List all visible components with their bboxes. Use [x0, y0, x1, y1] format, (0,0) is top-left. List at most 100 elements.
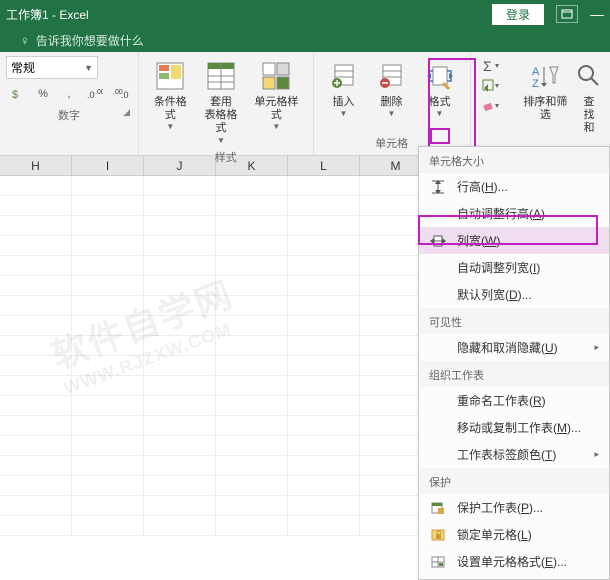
cell[interactable] — [144, 436, 216, 455]
cell[interactable] — [144, 216, 216, 235]
cell[interactable] — [216, 216, 288, 235]
cell[interactable] — [216, 336, 288, 355]
cell[interactable] — [0, 236, 72, 255]
minimize-button[interactable]: — — [590, 6, 604, 22]
cell[interactable] — [72, 236, 144, 255]
cell[interactable] — [288, 356, 360, 375]
comma-format-button[interactable]: , — [58, 83, 80, 105]
insert-button[interactable]: 插入 ▼ — [320, 56, 368, 120]
menu-row-height[interactable]: 行高(H)... — [419, 173, 609, 200]
cell[interactable] — [144, 296, 216, 315]
cell[interactable] — [72, 176, 144, 195]
cell[interactable] — [144, 396, 216, 415]
cell[interactable] — [216, 296, 288, 315]
cell[interactable] — [144, 196, 216, 215]
cell[interactable] — [0, 396, 72, 415]
cell[interactable] — [288, 236, 360, 255]
cell[interactable] — [144, 236, 216, 255]
cell[interactable] — [216, 456, 288, 475]
ribbon-display-button[interactable] — [556, 5, 578, 23]
cell[interactable] — [144, 496, 216, 515]
column-header[interactable]: I — [72, 156, 144, 175]
cell[interactable] — [0, 196, 72, 215]
delete-button[interactable]: 删除 ▼ — [368, 56, 416, 120]
cell[interactable] — [0, 456, 72, 475]
fill-button[interactable] — [481, 78, 501, 94]
cell[interactable] — [288, 476, 360, 495]
cell[interactable] — [72, 416, 144, 435]
cell[interactable] — [216, 276, 288, 295]
percent-format-button[interactable]: % — [32, 83, 54, 105]
cell[interactable] — [216, 376, 288, 395]
cell[interactable] — [72, 356, 144, 375]
cell[interactable] — [0, 516, 72, 535]
cell[interactable] — [288, 396, 360, 415]
cell[interactable] — [144, 416, 216, 435]
cell[interactable] — [0, 436, 72, 455]
cell[interactable] — [216, 316, 288, 335]
cell[interactable] — [0, 296, 72, 315]
cell[interactable] — [288, 456, 360, 475]
menu-format-cells[interactable]: 设置单元格格式(E)... — [419, 548, 609, 575]
cell[interactable] — [0, 276, 72, 295]
menu-autofit-column-width[interactable]: 自动调整列宽(I) — [419, 254, 609, 281]
column-header[interactable]: H — [0, 156, 72, 175]
cell[interactable] — [72, 436, 144, 455]
cell[interactable] — [144, 376, 216, 395]
cell[interactable] — [72, 216, 144, 235]
increase-decimal-button[interactable]: .0.00 — [84, 83, 106, 105]
cell[interactable] — [216, 196, 288, 215]
cell[interactable] — [216, 256, 288, 275]
cell[interactable] — [144, 276, 216, 295]
menu-default-width[interactable]: 默认列宽(D)... — [419, 281, 609, 308]
format-button[interactable]: 格式 ▼ — [416, 56, 464, 120]
cell[interactable] — [0, 176, 72, 195]
cell[interactable] — [216, 516, 288, 535]
cell[interactable] — [216, 416, 288, 435]
cell[interactable] — [288, 176, 360, 195]
cell[interactable] — [216, 476, 288, 495]
cell[interactable] — [0, 476, 72, 495]
menu-hide-unhide[interactable]: 隐藏和取消隐藏(U) ▸ — [419, 334, 609, 361]
cell[interactable] — [72, 336, 144, 355]
cell[interactable] — [288, 316, 360, 335]
menu-rename-sheet[interactable]: 重命名工作表(R) — [419, 387, 609, 414]
cell[interactable] — [288, 516, 360, 535]
cell[interactable] — [72, 496, 144, 515]
cell-styles-button[interactable]: 单元格样式 ▼ — [246, 56, 306, 133]
cell[interactable] — [72, 456, 144, 475]
menu-tab-color[interactable]: 工作表标签颜色(T) ▸ — [419, 441, 609, 468]
cell[interactable] — [144, 356, 216, 375]
cell[interactable] — [288, 436, 360, 455]
autosum-button[interactable]: Σ — [481, 58, 501, 74]
cell[interactable] — [0, 216, 72, 235]
cell[interactable] — [288, 296, 360, 315]
number-format-combo[interactable]: 常规 ▼ — [6, 56, 98, 79]
cell[interactable] — [72, 396, 144, 415]
cell[interactable] — [288, 376, 360, 395]
dialog-launcher-icon[interactable]: ◢ — [123, 107, 130, 118]
menu-protect-sheet[interactable]: 保护工作表(P)... — [419, 494, 609, 521]
cell[interactable] — [0, 376, 72, 395]
cell[interactable] — [72, 196, 144, 215]
menu-lock-cell[interactable]: 锁定单元格(L) — [419, 521, 609, 548]
cell[interactable] — [0, 316, 72, 335]
cell[interactable] — [216, 496, 288, 515]
clear-button[interactable] — [481, 98, 501, 114]
cell[interactable] — [288, 336, 360, 355]
cell[interactable] — [144, 336, 216, 355]
cell[interactable] — [144, 456, 216, 475]
decrease-decimal-button[interactable]: .00.0 — [110, 83, 132, 105]
cell[interactable] — [144, 476, 216, 495]
cell[interactable] — [72, 376, 144, 395]
find-select-button[interactable]: 查找和 — [574, 56, 604, 138]
cell[interactable] — [144, 316, 216, 335]
cell[interactable] — [216, 236, 288, 255]
cell[interactable] — [288, 496, 360, 515]
sort-filter-button[interactable]: AZ 排序和筛选 — [517, 56, 574, 124]
cell[interactable] — [288, 416, 360, 435]
menu-column-width[interactable]: 列宽(W)... — [419, 227, 609, 254]
cell[interactable] — [288, 276, 360, 295]
cell[interactable] — [288, 196, 360, 215]
login-button[interactable]: 登录 — [492, 4, 544, 25]
